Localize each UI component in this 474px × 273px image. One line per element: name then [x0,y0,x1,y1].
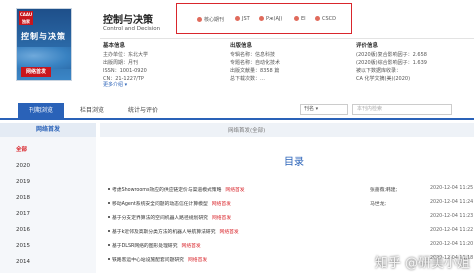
article-row[interactable]: 基于DLSR网络的图形处理研究 网络首发 2020-12-04 11:20 [108,242,474,252]
article-row[interactable]: 考虑Showrooms效应的供应链定价与渠道模式策略 网络首发 张蔷薇;韩建; 202… [108,186,474,196]
tab-stats[interactable]: 统计与评价 [122,103,164,118]
indexing-tags: 核心期刊 JST Pж(AJ) EI CSCD [176,3,352,34]
tag-cscd: CSCD [315,16,336,22]
divider [100,38,474,39]
main-header: 网络首发(全部) [100,123,474,137]
publish-info-heading: 出版信息 [230,43,253,49]
basic-info-row: ISSN：1001-0920 [103,68,147,74]
tag-core: 核心期刊 [197,16,224,23]
more-intro-link[interactable]: 更多介绍 ▾ [103,81,127,88]
publish-info-row: 专辑名称：信息科技 [230,52,276,58]
publish-info-row: 专题名称：自动化技术 [230,60,281,66]
year-sidebar: 网络首发 全部 2020 2019 2018 2017 2016 2015 20… [0,123,96,273]
online-first-badge: 网络首发 [181,244,201,249]
sidebar-heading: 网络首发 [0,123,96,137]
article-title[interactable]: 考虑Showrooms效应的供应链定价与渠道模式策略 [112,188,221,193]
journal-cover: CAAU 独家 控制与决策 网络首发 [16,8,72,81]
cover-art [17,47,71,69]
article-author: 张蔷薇;韩建; [370,188,398,193]
basic-info-row: 主办单位：东北大学 [103,52,149,58]
basic-info-heading: 基本信息 [103,43,126,49]
article-date: 2020-12-04 11:25 [430,186,474,191]
year-item[interactable]: 2020 [16,163,30,169]
article-title[interactable]: 移动Agent系统安全问题的动态信任计算模型 [112,202,208,207]
cover-title: 控制与决策 [21,31,66,41]
year-item[interactable]: 2016 [16,227,30,233]
search-input[interactable]: 本刊内检索 [352,104,452,115]
year-item[interactable]: 2015 [16,243,30,249]
article-title[interactable]: 基于k近邻及高斯分类方法的机器人导航算法研究 [112,230,216,235]
cover-footer: 网络首发 [21,67,51,77]
online-first-badge: 网络首发 [211,216,232,221]
search-field-select[interactable]: 刊名 ▾ [300,104,348,115]
online-first-badge: 网络首发 [225,188,245,193]
watermark: 知乎 @研美小姐 [374,256,470,271]
toc-title: 目录 [284,157,304,168]
eval-info-heading: 评价信息 [356,43,379,49]
tag-ei: EI [294,16,306,22]
publish-info-row: 出版文献量：8358 篇 [230,68,280,74]
eval-info-row: (2020版)复合影响因子：2.658 [356,52,427,58]
basic-info-row: 出版周期：月刊 [103,60,139,66]
badge-icon [235,16,240,21]
article-date: 2020-12-04 11:24 [430,200,474,205]
article-date: 2020-12-04 11:23 [430,214,474,219]
journal-title-en: Control and Decision [103,26,161,32]
eval-info-row: 被以下数据库收录： [356,68,402,74]
article-title[interactable]: 基于分支定界算法的空间机器人路径规划研究 [112,216,208,221]
eval-info-row: CA 化学文摘(美)(2020) [356,76,411,82]
article-row[interactable]: 基于分支定界算法的空间机器人路径规划研究 网络首发 2020-12-04 11:23 [108,214,474,224]
year-item[interactable]: 2014 [16,259,30,265]
article-title[interactable]: 铁路客运中心站设施配套问题研究 [112,258,184,263]
tab-column-browse[interactable]: 栏目浏览 [74,103,110,118]
cover-badge: CAAU 独家 [19,11,33,25]
badge-icon [197,17,202,22]
tab-issue-browse[interactable]: 刊期浏览 [18,103,64,118]
article-date: 2020-12-04 11:22 [430,228,474,233]
journal-title: 控制与决策 [103,15,153,26]
article-row[interactable]: 基于k近邻及高斯分类方法的机器人导航算法研究 网络首发 2020-12-04 11:… [108,228,474,238]
year-item-all[interactable]: 全部 [16,145,27,153]
badge-icon [315,16,320,21]
online-first-badge: 网络首发 [211,202,231,207]
year-item[interactable]: 2018 [16,195,30,201]
online-first-badge: 网络首发 [219,230,239,235]
tag-jst: JST [235,16,250,22]
article-row[interactable]: 移动Agent系统安全问题的动态信任计算模型 网络首发 马世龙; 2020-12-04… [108,200,474,210]
eval-info-row: (2020版)综合影响因子：1.639 [356,60,427,66]
article-title[interactable]: 基于DLSR网络的图形处理研究 [112,244,178,249]
year-item[interactable]: 2017 [16,211,30,217]
online-first-badge: 网络首发 [187,258,208,263]
tag-paj: Pж(AJ) [259,16,282,22]
badge-icon [294,16,299,21]
year-item[interactable]: 2019 [16,179,30,185]
publish-info-row: 总下载次数：… [230,76,266,82]
badge-icon [259,16,264,21]
article-author: 马世龙; [370,202,387,207]
article-date: 2020-12-04 11:20 [430,242,474,247]
